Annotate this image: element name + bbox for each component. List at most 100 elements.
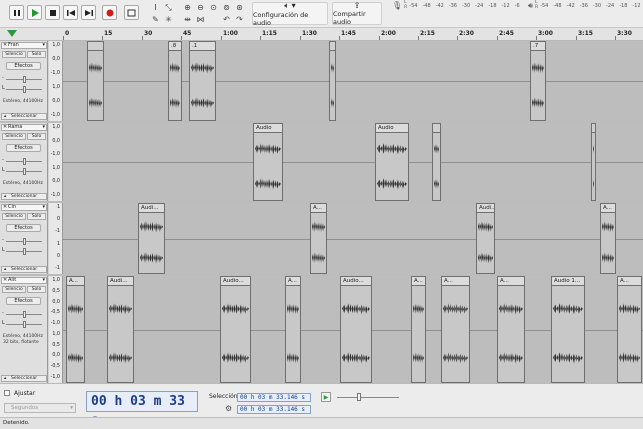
effects-button[interactable]: Efectos (6, 297, 41, 305)
gain-slider[interactable] (6, 311, 42, 318)
pan-slider[interactable] (6, 168, 42, 175)
select-track-button[interactable]: ▴ Seleccionar (1, 113, 47, 120)
audio-clip[interactable]: A... (600, 203, 616, 274)
clip-title[interactable]: Audio (254, 124, 282, 133)
solo-button[interactable]: Solo (27, 51, 46, 58)
track-alit[interactable]: ✕ Alit ▾ Silencio Solo Efectos - L Estér… (0, 276, 643, 383)
clip-title[interactable]: Audi... (108, 277, 133, 286)
select-track-button[interactable]: ▴ Seleccionar (1, 375, 47, 382)
audio-clip[interactable]: Audio 1... (551, 276, 585, 383)
audio-clip[interactable]: Audio (253, 123, 283, 201)
fit-selection-icon[interactable]: ⊙ (208, 2, 219, 13)
envelope-tool-icon[interactable]: ⤡ (163, 2, 174, 13)
audio-clip[interactable]: .7 (530, 41, 546, 121)
clip-title[interactable]: Audi... (477, 204, 494, 213)
draw-tool-icon[interactable]: ✎ (150, 14, 161, 25)
loop-button[interactable] (124, 5, 139, 20)
gain-slider[interactable] (6, 238, 42, 245)
skip-to-end-button[interactable] (81, 5, 96, 20)
audio-clip[interactable]: .1 (189, 41, 216, 121)
select-track-button[interactable]: ▴ Seleccionar (1, 193, 47, 200)
audio-clip[interactable]: Audio (375, 123, 409, 201)
mute-button[interactable]: Silencio (2, 133, 26, 140)
settings-gear-icon[interactable]: ⚙ (225, 404, 232, 413)
zoom-toggle-icon[interactable]: ⊛ (234, 2, 245, 13)
clip-title[interactable]: Audio (376, 124, 408, 133)
audio-clip[interactable] (329, 41, 336, 121)
zoom-out-icon[interactable]: ⊖ (195, 2, 206, 13)
share-audio-button[interactable]: ⇪ Compartir audio (332, 1, 382, 26)
audio-clip[interactable]: A... (411, 276, 426, 383)
zoom-in-icon[interactable]: ⊕ (182, 2, 193, 13)
track-name-menu[interactable]: ✕ Rama ▾ (1, 124, 47, 131)
clip-title[interactable]: A... (601, 204, 615, 213)
audio-clip[interactable]: A... (285, 276, 301, 383)
redo-icon[interactable]: ↷ (234, 14, 245, 25)
skip-to-start-button[interactable] (63, 5, 78, 20)
pan-slider[interactable] (6, 248, 42, 255)
pause-button[interactable] (9, 5, 24, 20)
close-track-icon[interactable]: ✕ (3, 125, 7, 130)
pan-slider[interactable] (6, 86, 42, 93)
snap-mode-select[interactable]: Segundos ▾ (4, 403, 76, 413)
audio-clip[interactable]: .8 (168, 41, 182, 121)
multi-tool-icon[interactable]: ✳ (163, 14, 174, 25)
gain-slider[interactable] (6, 158, 42, 165)
track-name-menu[interactable]: ✕ Alit ▾ (1, 277, 47, 284)
play-button[interactable] (27, 5, 42, 20)
solo-button[interactable]: Solo (27, 133, 46, 140)
audio-clip[interactable] (432, 123, 441, 201)
snap-checkbox[interactable] (4, 390, 10, 396)
track-lane[interactable]: Audi... A... Audi... A... (63, 203, 643, 274)
clip-title[interactable] (330, 42, 335, 51)
track-name-menu[interactable]: ✕ Fran ▾ (1, 42, 47, 49)
track-fran[interactable]: ✕ Fran ▾ Silencio Solo Efectos - L Estér… (0, 41, 643, 121)
audio-clip[interactable]: Audio... (220, 276, 251, 383)
clip-title[interactable]: Audio 1... (552, 277, 584, 286)
record-meter[interactable]: 🎙︎ LR -54 -48 -42 -36 -30 -24 -18 -12 -6 (392, 0, 520, 10)
audio-clip[interactable]: Audi... (138, 203, 165, 274)
clip-title[interactable] (88, 42, 103, 51)
solo-button[interactable]: Solo (27, 286, 46, 293)
clip-title[interactable]: A... (618, 277, 641, 286)
clip-title[interactable]: Audio... (221, 277, 250, 286)
audio-setup-button[interactable]: 🔈︎ ▾ Configuración de audio (252, 1, 328, 27)
amplitude-scale[interactable]: 1,0 0,5 0,0 -0,5 -1,0 1,0 0,5 0,0 -0,5 -1,0 (49, 276, 63, 383)
audio-clip[interactable]: A... (497, 276, 525, 383)
play-at-speed-button[interactable]: ▶ (321, 392, 331, 402)
audio-clip[interactable]: A... (441, 276, 470, 383)
track-lane[interactable]: A... Audi... Audio... A... Audio... A...… (63, 276, 643, 383)
mute-button[interactable]: Silencio (2, 51, 26, 58)
audio-clip[interactable]: A... (66, 276, 85, 383)
clip-title[interactable] (433, 124, 440, 133)
clip-title[interactable]: A... (442, 277, 469, 286)
amplitude-scale[interactable]: 1 0 -1 1 0 -1 (49, 203, 63, 274)
audio-clip[interactable] (87, 41, 104, 121)
silence-icon[interactable]: ⋈ (195, 14, 206, 25)
close-track-icon[interactable]: ✕ (3, 278, 7, 283)
audio-clip[interactable]: Audi... (476, 203, 495, 274)
selection-start[interactable]: 00 h 03 m 33.146 s (237, 393, 311, 402)
track-cin[interactable]: ✕ Cin ▾ Silencio Solo Efectos - L ▴ Sele… (0, 203, 643, 274)
audio-clip[interactable]: Audio... (340, 276, 372, 383)
timeline-options-icon[interactable] (6, 29, 18, 39)
track-name-menu[interactable]: ✕ Cin ▾ (1, 204, 47, 211)
time-display[interactable]: 00 h 03 m 33 s (86, 391, 198, 428)
effects-button[interactable]: Efectos (6, 62, 41, 70)
effects-button[interactable]: Efectos (6, 144, 41, 152)
selection-end[interactable]: 00 h 03 m 33.146 s (237, 405, 311, 414)
trim-icon[interactable]: ⇹ (182, 14, 193, 25)
clip-title[interactable]: .1 (190, 42, 215, 51)
audio-clip[interactable] (591, 123, 596, 201)
clip-title[interactable]: A... (311, 204, 326, 213)
selection-tool-icon[interactable]: I (150, 2, 161, 13)
track-rama[interactable]: ✕ Rama ▾ Silencio Solo Efectos - L Estér… (0, 123, 643, 201)
pan-slider[interactable] (6, 321, 42, 328)
clip-title[interactable]: A... (412, 277, 425, 286)
fit-project-icon[interactable]: ⊚ (221, 2, 232, 13)
close-track-icon[interactable]: ✕ (3, 43, 7, 48)
amplitude-scale[interactable]: 1,0 0,0 -1,0 1,0 0,0 -1,0 (49, 123, 63, 201)
gain-slider[interactable] (6, 76, 42, 83)
timeline-ruler[interactable]: 0 15 30 45 1:00 1:15 1:30 1:45 2:00 2:15 2:30 2:45 3… (0, 28, 643, 41)
clip-title[interactable]: .7 (531, 42, 545, 51)
